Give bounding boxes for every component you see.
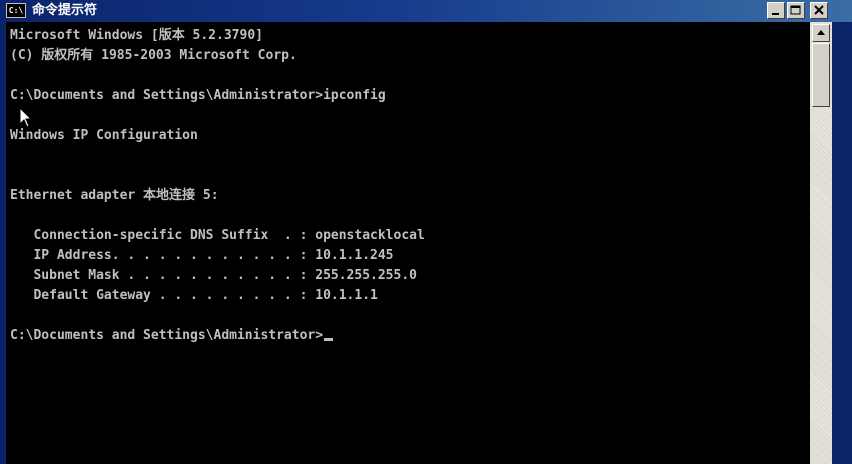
console-line: C:\Documents and Settings\Administrator>… bbox=[10, 88, 386, 103]
console-line: IP Address. . . . . . . . . . . . : 10.1… bbox=[10, 248, 394, 263]
text-cursor bbox=[324, 338, 334, 341]
console-line: Microsoft Windows [版本 5.2.3790] bbox=[10, 28, 263, 43]
close-icon bbox=[814, 5, 824, 15]
mouse-pointer-icon bbox=[19, 107, 33, 128]
prompt-line: C:\Documents and Settings\Administrator> bbox=[10, 326, 334, 346]
console-line: Connection-specific DNS Suffix . : opens… bbox=[10, 228, 425, 243]
arrow-up-icon bbox=[817, 30, 825, 35]
command-prompt-window: C:\ 命令提示符 Microsoft Windows [版本 5.2.3790… bbox=[0, 0, 852, 464]
scrollbar-thumb[interactable] bbox=[812, 43, 830, 107]
vertical-scrollbar[interactable] bbox=[810, 22, 832, 464]
maximize-button[interactable] bbox=[787, 2, 805, 19]
console-line: Default Gateway . . . . . . . . . : 10.1… bbox=[10, 288, 378, 303]
console-line: (C) 版权所有 1985-2003 Microsoft Corp. bbox=[10, 48, 297, 63]
cmd-icon[interactable]: C:\ bbox=[6, 3, 26, 18]
minimize-button[interactable] bbox=[767, 2, 785, 19]
window-frame bbox=[832, 22, 852, 464]
window-title: 命令提示符 bbox=[32, 3, 98, 18]
maximize-icon bbox=[790, 5, 801, 15]
console-line: Subnet Mask . . . . . . . . . . . : 255.… bbox=[10, 268, 417, 283]
console-output[interactable]: Microsoft Windows [版本 5.2.3790] (C) 版权所有… bbox=[6, 22, 810, 464]
scroll-up-button[interactable] bbox=[812, 24, 830, 42]
prompt-text: C:\Documents and Settings\Administrator> bbox=[10, 328, 324, 343]
title-bar[interactable]: C:\ 命令提示符 bbox=[0, 0, 852, 22]
minimize-icon bbox=[772, 13, 779, 15]
console-line: Ethernet adapter 本地连接 5: bbox=[10, 188, 219, 203]
close-button[interactable] bbox=[810, 2, 828, 19]
console-line: Windows IP Configuration bbox=[10, 128, 198, 143]
